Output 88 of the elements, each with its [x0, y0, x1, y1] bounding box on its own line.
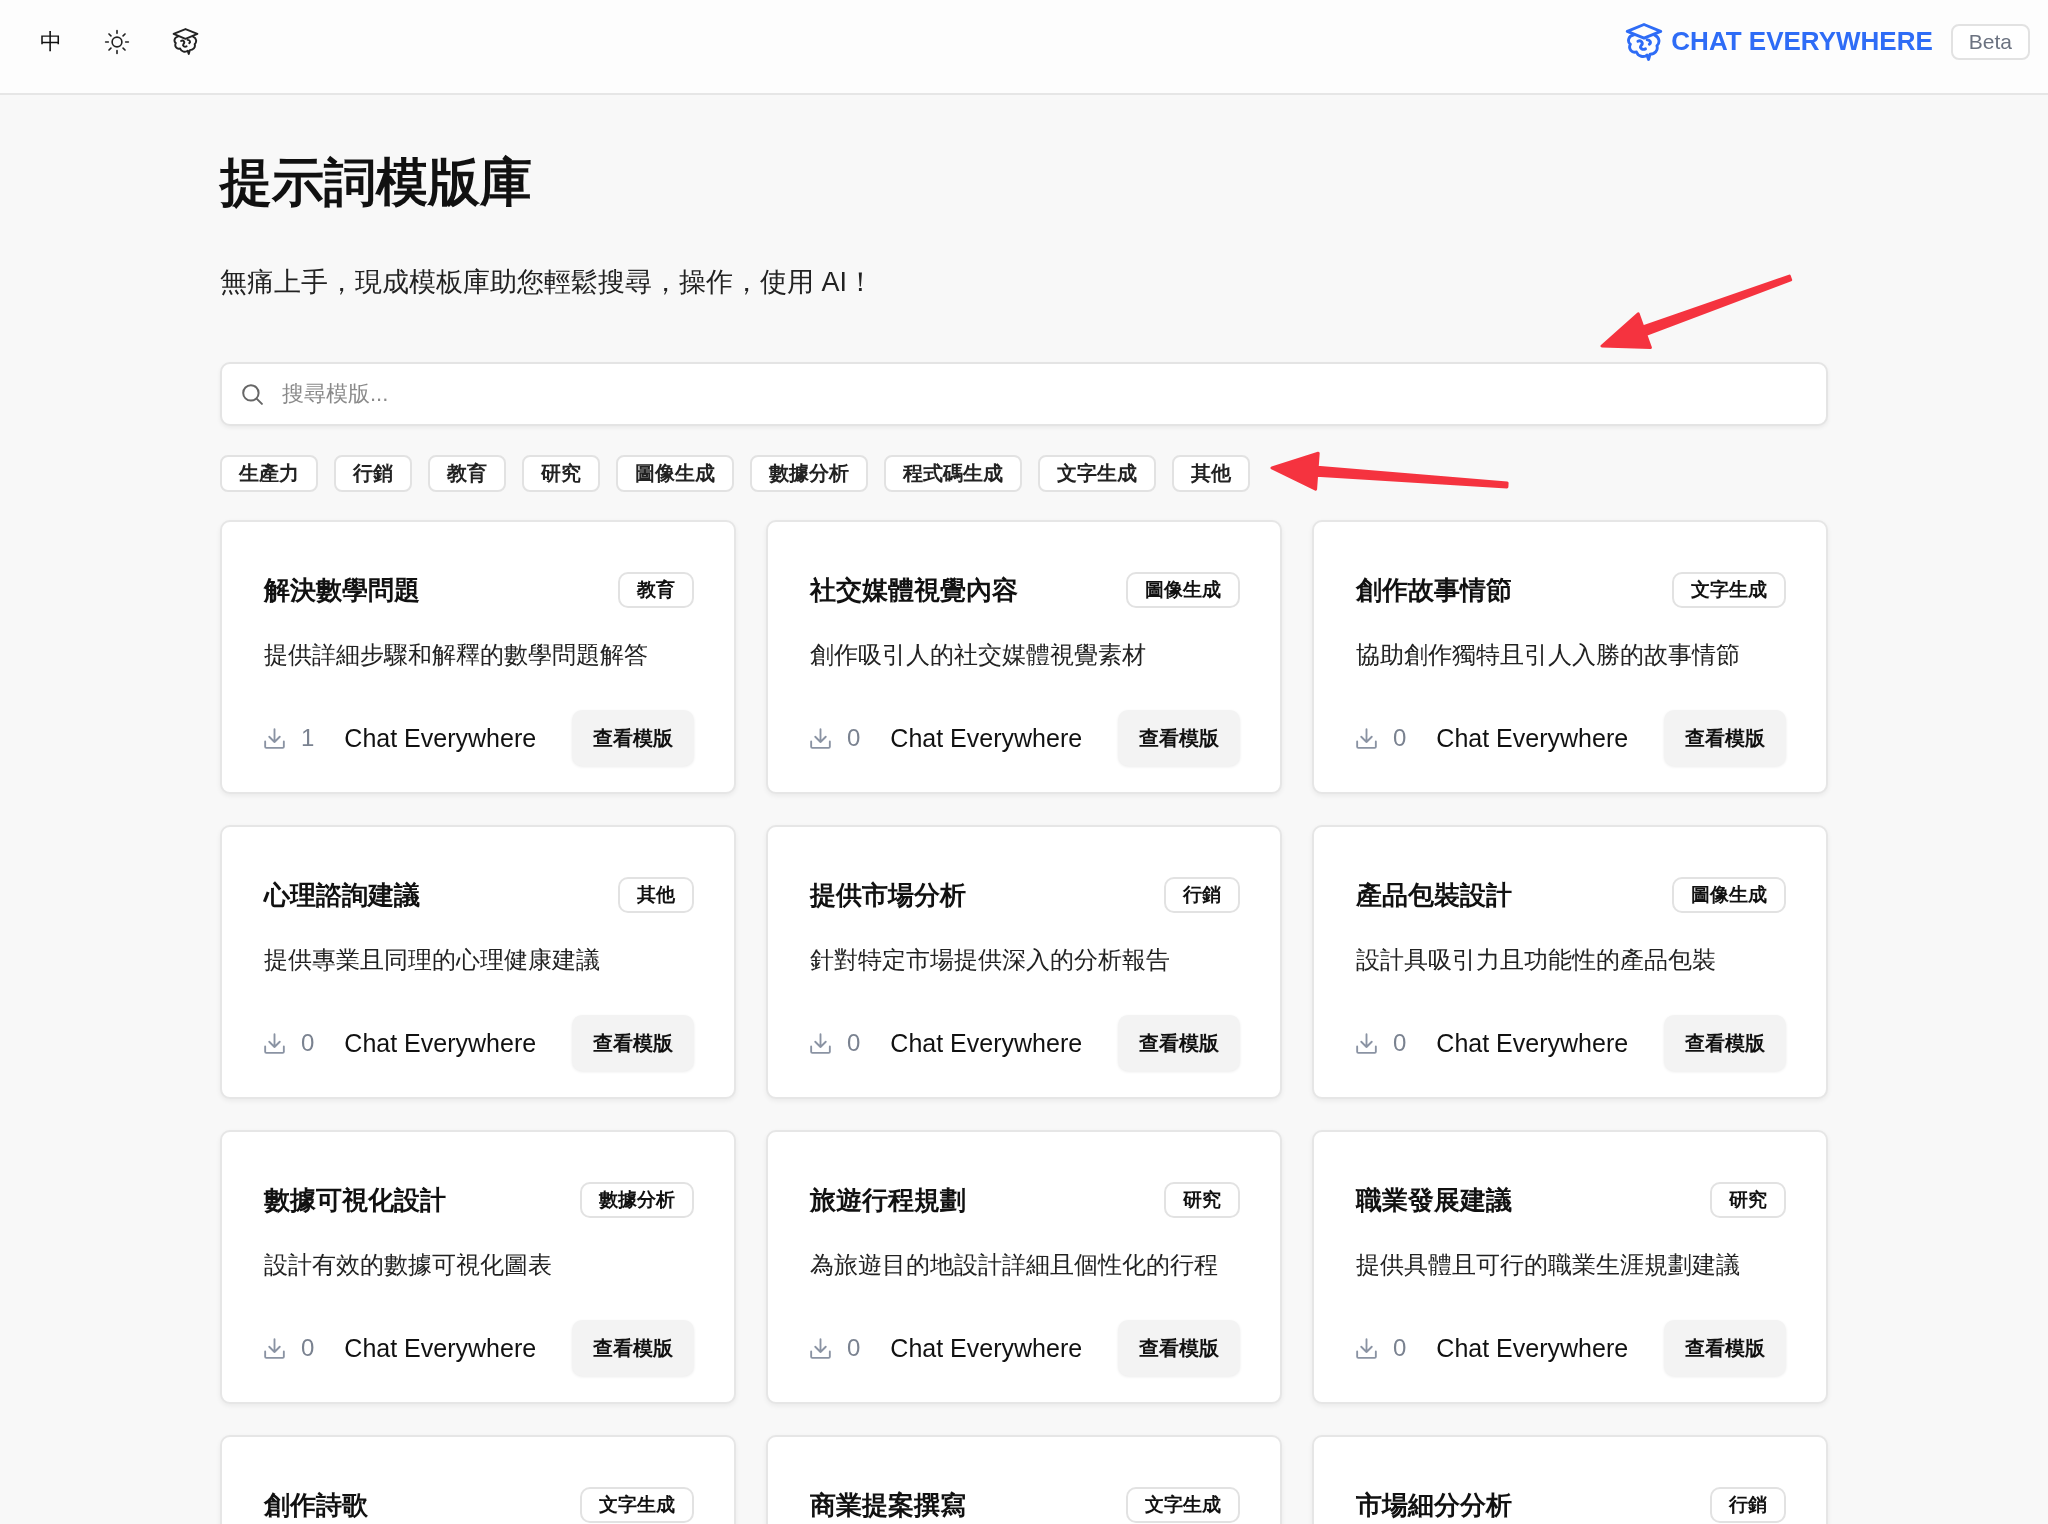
download-icon	[264, 727, 285, 749]
card-description: 創作吸引人的社交媒體視覺素材	[810, 640, 1147, 670]
author-name: Chat Everywhere	[344, 1028, 537, 1058]
category-tag: 研究	[1164, 1182, 1240, 1218]
search-field[interactable]: 搜尋模版...	[220, 362, 1828, 426]
card-title: 創作詩歌	[264, 1488, 368, 1522]
card-title: 商業提案撰寫	[810, 1488, 966, 1522]
category-tag: 圖像生成	[1126, 572, 1240, 608]
download-icon	[810, 1337, 831, 1359]
category-tag: 研究	[1710, 1182, 1786, 1218]
card-title: 旅遊行程規劃	[810, 1183, 966, 1217]
download-count: 0	[1393, 724, 1407, 752]
author-name: Chat Everywhere	[890, 1028, 1083, 1058]
download-icon	[1356, 1032, 1377, 1054]
brain-icon[interactable]	[172, 28, 199, 55]
author-name: Chat Everywhere	[1436, 1333, 1629, 1363]
category-filter[interactable]: 其他	[1172, 455, 1250, 492]
card-title: 創作故事情節	[1356, 573, 1512, 607]
category-tag: 行銷	[1710, 1487, 1786, 1523]
card-title: 數據可視化設計	[264, 1183, 446, 1217]
author-name: Chat Everywhere	[344, 723, 537, 753]
category-filter[interactable]: 數據分析	[750, 455, 868, 492]
card-description: 協助創作獨特且引人入勝的故事情節	[1356, 640, 1741, 670]
download-count: 1	[301, 724, 315, 752]
download-icon	[810, 1032, 831, 1054]
download-icon	[1356, 727, 1377, 749]
card-title: 解決數學問題	[264, 573, 420, 607]
download-icon	[1356, 1337, 1377, 1359]
category-tag: 行銷	[1164, 877, 1240, 913]
category-tag: 圖像生成	[1672, 877, 1786, 913]
beta-tag: Beta	[1950, 23, 2030, 60]
category-filter[interactable]: 文字生成	[1038, 455, 1156, 492]
category-filter[interactable]: 生產力	[220, 455, 318, 492]
view-template-button[interactable]: 查看模版	[572, 710, 694, 766]
category-tag: 文字生成	[1672, 572, 1786, 608]
view-template-button[interactable]: 查看模版	[1118, 1320, 1240, 1376]
download-icon	[810, 727, 831, 749]
download-count: 0	[1393, 1029, 1407, 1057]
category-filter[interactable]: 教育	[428, 455, 506, 492]
category-tag: 教育	[618, 572, 694, 608]
category-tag: 文字生成	[1126, 1487, 1240, 1523]
card-title: 產品包裝設計	[1356, 878, 1512, 912]
category-filter[interactable]: 研究	[522, 455, 600, 492]
card-description: 提供具體且可行的職業生涯規劃建議	[1356, 1250, 1741, 1280]
view-template-button[interactable]: 查看模版	[1664, 1320, 1786, 1376]
card-title: 社交媒體視覺內容	[810, 573, 1018, 607]
card-description: 提供專業且同理的心理健康建議	[264, 945, 601, 975]
card-title: 職業發展建議	[1356, 1183, 1512, 1217]
download-icon	[264, 1032, 285, 1054]
view-template-button[interactable]: 查看模版	[1664, 710, 1786, 766]
download-count: 0	[847, 1029, 861, 1057]
card-title: 市場細分分析	[1356, 1488, 1512, 1522]
card-description: 針對特定市場提供深入的分析報告	[810, 945, 1171, 975]
download-icon	[264, 1337, 285, 1359]
download-count: 0	[847, 1334, 861, 1362]
sun-icon[interactable]	[104, 28, 130, 55]
category-filter[interactable]: 行銷	[334, 455, 412, 492]
card-title: 提供市場分析	[810, 878, 966, 912]
author-name: Chat Everywhere	[1436, 723, 1629, 753]
page-subtitle: 無痛上手，現成模板庫助您輕鬆搜尋，操作，使用 AI！	[220, 266, 875, 299]
page-title: 提示詞模版庫	[220, 152, 533, 213]
view-template-button[interactable]: 查看模版	[572, 1320, 694, 1376]
download-count: 0	[847, 724, 861, 752]
download-count: 0	[301, 1029, 315, 1057]
view-template-button[interactable]: 查看模版	[1118, 1015, 1240, 1071]
logo-text: CHAT EVERYWHERE	[1671, 26, 1933, 57]
card-title: 心理諮詢建議	[264, 878, 420, 912]
card-description: 設計有效的數據可視化圖表	[264, 1250, 553, 1280]
view-template-button[interactable]: 查看模版	[1664, 1015, 1786, 1071]
search-icon	[241, 383, 263, 405]
card-description: 設計具吸引力且功能性的產品包裝	[1356, 945, 1717, 975]
author-name: Chat Everywhere	[890, 1333, 1083, 1363]
author-name: Chat Everywhere	[344, 1333, 537, 1363]
download-count: 0	[301, 1334, 315, 1362]
view-template-button[interactable]: 查看模版	[572, 1015, 694, 1071]
category-tag: 其他	[618, 877, 694, 913]
view-template-button[interactable]: 查看模版	[1118, 710, 1240, 766]
card-description: 為旅遊目的地設計詳細且個性化的行程	[810, 1250, 1219, 1280]
language-toggle[interactable]: 中	[40, 30, 62, 53]
download-count: 0	[1393, 1334, 1407, 1362]
category-filter[interactable]: 程式碼生成	[884, 455, 1022, 492]
category-filter[interactable]: 圖像生成	[616, 455, 734, 492]
category-tag: 數據分析	[580, 1182, 694, 1218]
brain-icon	[1625, 22, 1664, 61]
card-description: 提供詳細步驟和解釋的數學問題解答	[264, 640, 649, 670]
author-name: Chat Everywhere	[890, 723, 1083, 753]
category-tag: 文字生成	[580, 1487, 694, 1523]
author-name: Chat Everywhere	[1436, 1028, 1629, 1058]
